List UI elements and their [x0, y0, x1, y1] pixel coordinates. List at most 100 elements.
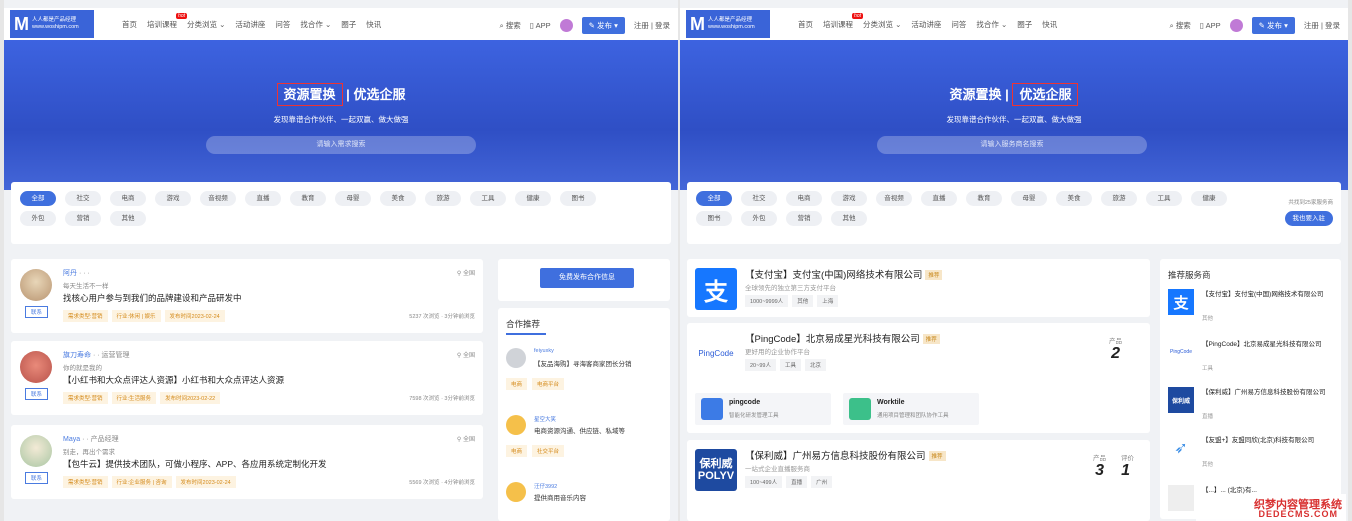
- nav-link-cooperation[interactable]: 找合作 ⌄: [300, 19, 331, 30]
- demand-title[interactable]: 找核心用户参与到我们的品牌建设和产品研发中: [63, 292, 242, 304]
- category-chip[interactable]: 直播: [245, 191, 281, 206]
- tab-enterprise-service[interactable]: 优选企服: [353, 87, 405, 102]
- login-link[interactable]: 注册 | 登录: [1304, 20, 1340, 31]
- category-chip[interactable]: 游戏: [155, 191, 191, 206]
- user-avatar[interactable]: [559, 19, 573, 32]
- category-chip[interactable]: 音视频: [876, 191, 912, 206]
- tab-enterprise-service[interactable]: 优选企服: [1012, 83, 1079, 106]
- search-link[interactable]: ⌕ 搜索: [1170, 20, 1191, 31]
- company-name[interactable]: 【保利威】广州易方信息科技股份有限公司 推荐: [745, 448, 946, 462]
- contact-button[interactable]: 联系: [25, 388, 49, 400]
- publish-button[interactable]: ✎ 发布 ▾: [1251, 17, 1295, 34]
- category-chip[interactable]: 旅游: [425, 191, 461, 206]
- tag: 北京: [804, 359, 826, 371]
- company-card[interactable]: PingCode 【PingCode】北京易成星光科技有限公司 推荐 更好用的企业…: [687, 323, 1150, 433]
- nav-link-qa[interactable]: 问答: [951, 19, 966, 30]
- category-chip[interactable]: 全部: [20, 191, 56, 206]
- app-link[interactable]: ▯ APP: [530, 21, 551, 30]
- service-item[interactable]: PingCode 【PingCode】北京易成星光科技有限公司 工具: [1168, 339, 1335, 375]
- category-chip[interactable]: 游戏: [831, 191, 867, 206]
- free-publish-button[interactable]: 免费发布合作信息: [540, 268, 634, 288]
- category-chip[interactable]: 直播: [921, 191, 957, 206]
- category-chip[interactable]: 外包: [741, 211, 777, 226]
- category-chip[interactable]: 社交: [65, 191, 101, 206]
- demand-card[interactable]: 联系 Maya · · 产品经理 别走，再出个需求 【包牛云】提供技术团队，可做…: [11, 425, 483, 499]
- nav-link-categories[interactable]: 分类浏览 ⌄: [863, 19, 901, 30]
- app-link[interactable]: ▯ APP: [1200, 21, 1221, 30]
- recommender-name: 汪仔3992: [534, 484, 558, 490]
- category-chip[interactable]: 健康: [515, 191, 551, 206]
- company-card[interactable]: 支 【支付宝】支付宝(中国)网络技术有限公司 推荐 全球领先的独立第三方支付平台 …: [687, 259, 1150, 317]
- nav-link-news[interactable]: 快讯: [1042, 19, 1057, 30]
- recommend-item[interactable]: feiyuxky 【友品海购】寻海客商家团长分销 电商 电商平台: [506, 348, 662, 392]
- nav-link-circle[interactable]: 圈子: [1017, 19, 1032, 30]
- nav-link-events[interactable]: 活动讲座: [235, 19, 265, 30]
- category-chip[interactable]: 电商: [786, 191, 822, 206]
- category-chip[interactable]: 工具: [470, 191, 506, 206]
- nav-link-events[interactable]: 活动讲座: [911, 19, 941, 30]
- nav-link-courses[interactable]: 培训课程 hot: [823, 13, 863, 30]
- contact-button[interactable]: 联系: [25, 472, 49, 484]
- recommend-badge: 推荐: [925, 270, 943, 281]
- company-name[interactable]: 【PingCode】北京易成星光科技有限公司 推荐: [745, 331, 940, 345]
- category-chip[interactable]: 其他: [110, 211, 146, 226]
- tag: 发布时间2023-02-22: [160, 392, 221, 404]
- category-chip[interactable]: 其他: [831, 211, 867, 226]
- demand-card[interactable]: 联系 旗刀寿命 · · 运营管理 你的就是我的 【小红书和大众点评达人资源】小红…: [11, 341, 483, 415]
- category-chip[interactable]: 图书: [696, 211, 732, 226]
- company-logo: [1168, 485, 1194, 511]
- search-input[interactable]: 请输入需求搜索: [206, 136, 476, 154]
- company-name[interactable]: 【支付宝】支付宝(中国)网络技术有限公司 推荐: [745, 267, 943, 281]
- nav-link-cooperation[interactable]: 找合作 ⌄: [976, 19, 1007, 30]
- demand-title[interactable]: 【小红书和大众点评达人资源】小红书和大众点评达人资源: [63, 374, 284, 386]
- category-chip[interactable]: 健康: [1191, 191, 1227, 206]
- search-link[interactable]: ⌕ 搜索: [500, 20, 521, 31]
- category-chip[interactable]: 营销: [786, 211, 822, 226]
- tag: 发布时间2023-02-24: [175, 476, 236, 488]
- category-chip[interactable]: 美食: [380, 191, 416, 206]
- product-card[interactable]: pingcode 智能化研发管理工具: [695, 393, 831, 425]
- nav-link-courses[interactable]: 培训课程 hot: [147, 13, 187, 30]
- nav-link-home[interactable]: 首页: [798, 19, 813, 30]
- nav-link-categories[interactable]: 分类浏览 ⌄: [187, 19, 225, 30]
- category-chip[interactable]: 美食: [1056, 191, 1092, 206]
- join-button[interactable]: 我也要入驻: [1284, 211, 1333, 226]
- nav-link-home[interactable]: 首页: [122, 19, 137, 30]
- category-chip[interactable]: 音视频: [200, 191, 236, 206]
- category-chip[interactable]: 图书: [560, 191, 596, 206]
- service-item[interactable]: 支 【支付宝】支付宝(中国)网络技术有限公司 其他: [1168, 289, 1335, 325]
- search-input[interactable]: 请输入服务商名搜索: [877, 136, 1147, 154]
- category-chip[interactable]: 社交: [741, 191, 777, 206]
- category-chip[interactable]: 母婴: [335, 191, 371, 206]
- category-chip[interactable]: 母婴: [1011, 191, 1047, 206]
- service-item[interactable]: 保利威 【保利威】广州易方信息科技股份有限公司 直播: [1168, 387, 1335, 423]
- category-chip[interactable]: 教育: [290, 191, 326, 206]
- user-avatar[interactable]: [1229, 19, 1243, 32]
- login-link[interactable]: 注册 | 登录: [634, 20, 670, 31]
- site-logo[interactable]: M 人人都是产品经理 www.woshipm.com: [10, 10, 94, 38]
- product-card[interactable]: Worktile 通用项目管理和团队协作工具: [843, 393, 979, 425]
- category-chip[interactable]: 全部: [696, 191, 732, 206]
- tag: 其他: [792, 295, 814, 307]
- category-chip[interactable]: 外包: [20, 211, 56, 226]
- category-chip[interactable]: 电商: [110, 191, 146, 206]
- recommend-item[interactable]: 星空大笑 电商资源沟通、供应链、私域等 电商 社交平台: [506, 415, 662, 459]
- publish-button[interactable]: ✎ 发布 ▾: [581, 17, 625, 34]
- tab-resource-exchange[interactable]: 资源置换: [950, 87, 1002, 102]
- demand-card[interactable]: 联系 阿丹 · · · 每天生活不一样 找核心用户参与到我们的品牌建设和产品研发…: [11, 259, 483, 333]
- demand-title[interactable]: 【包牛云】提供技术团队，可做小程序、APP、各应用系统定制化开发: [63, 458, 327, 470]
- category-chip[interactable]: 教育: [966, 191, 1002, 206]
- nav-link-circle[interactable]: 圈子: [341, 19, 356, 30]
- company-card[interactable]: 保利威 POLYV 【保利威】广州易方信息科技股份有限公司 推荐 一站式企业直播服…: [687, 440, 1150, 521]
- recommend-item[interactable]: 汪仔3992 提供商用音乐内容: [506, 482, 662, 512]
- contact-button[interactable]: 联系: [25, 306, 49, 318]
- category-chip[interactable]: 旅游: [1101, 191, 1137, 206]
- nav-link-qa[interactable]: 问答: [275, 19, 290, 30]
- category-chip[interactable]: 工具: [1146, 191, 1182, 206]
- nav-link-news[interactable]: 快讯: [366, 19, 381, 30]
- service-tag: 直播: [1202, 414, 1214, 420]
- site-logo[interactable]: M 人人都是产品经理 www.woshipm.com: [686, 10, 770, 38]
- category-chip[interactable]: 营销: [65, 211, 101, 226]
- service-item[interactable]: ➶ 【友盟+】友盟同欣(北京)科技有限公司 其他: [1168, 435, 1335, 471]
- tab-resource-exchange[interactable]: 资源置换: [276, 83, 343, 106]
